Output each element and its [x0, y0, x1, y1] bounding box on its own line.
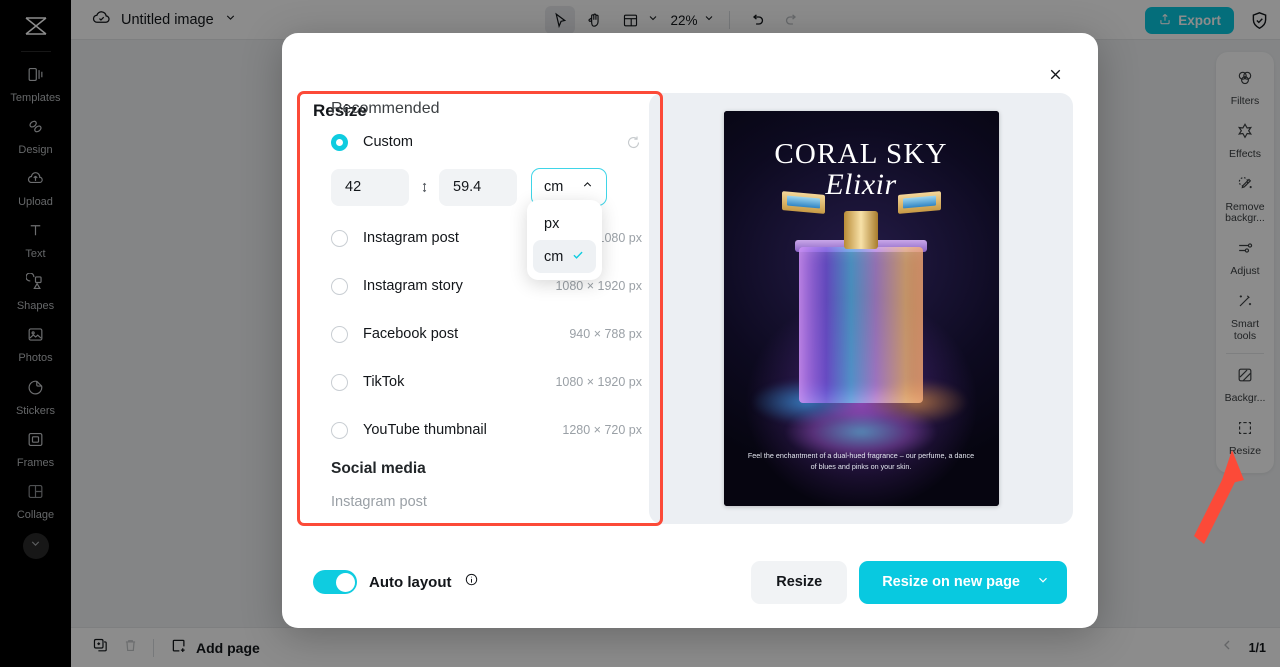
close-x-icon	[1047, 66, 1064, 88]
radio-instagram-story[interactable]	[331, 277, 348, 295]
bottle-body	[799, 247, 923, 403]
capcut-editor-window: Untitled image 22% Export Templates Desi…	[0, 0, 1280, 667]
preset-row-tiktok[interactable]: TikTok 1080 × 1920 px	[331, 358, 642, 406]
auto-layout-toggle[interactable]	[313, 570, 357, 594]
width-input[interactable]	[331, 168, 409, 206]
resize-on-new-page-label: Resize on new page	[882, 574, 1020, 590]
poster-preview: CORAL SKY Elixir Feel the enchantment of…	[723, 111, 999, 506]
poster-subtitle: Elixir	[825, 168, 897, 201]
preset-custom-row[interactable]: Custom	[331, 118, 642, 166]
preset-label: Instagram story	[363, 278, 463, 294]
height-input[interactable]	[439, 168, 517, 206]
preset-size: 1080 × 1920 px	[555, 279, 642, 293]
close-button[interactable]	[1040, 62, 1070, 92]
auto-layout-label: Auto layout	[369, 573, 452, 591]
social-preset-label: Instagram post	[331, 494, 427, 510]
radio-facebook-post[interactable]	[331, 325, 348, 343]
preset-size: 1280 × 720 px	[562, 423, 642, 437]
radio-youtube-thumbnail[interactable]	[331, 421, 348, 439]
unit-option-label: cm	[544, 248, 564, 265]
radio-custom[interactable]	[331, 133, 348, 151]
section-social-title: Social media	[331, 460, 426, 477]
footer-actions: Resize Resize on new page	[751, 560, 1067, 604]
resize-on-new-page-button[interactable]: Resize on new page	[859, 560, 1067, 604]
preset-size: 1080 × 1920 px	[555, 375, 642, 389]
radio-tiktok[interactable]	[331, 373, 348, 391]
auto-layout-toggle-group[interactable]: Auto layout	[313, 570, 479, 594]
unit-dropdown-menu: px cm	[527, 200, 602, 280]
preset-size: 940 × 788 px	[569, 327, 642, 341]
chevron-up-icon	[581, 178, 594, 196]
chevron-down-icon	[1036, 573, 1050, 591]
preset-label: TikTok	[363, 374, 405, 390]
preset-label: YouTube thumbnail	[363, 422, 487, 438]
resize-button[interactable]: Resize	[751, 560, 848, 604]
preset-row-facebook-post[interactable]: Facebook post 940 × 788 px	[331, 310, 642, 358]
presets-scroll-area: Recommended Custom cm	[300, 100, 660, 523]
preset-label: Facebook post	[363, 326, 459, 342]
info-circle-icon[interactable]	[464, 572, 479, 592]
unit-value: cm	[544, 179, 564, 195]
reset-arrow-icon[interactable]	[625, 134, 642, 151]
preset-row-youtube-thumbnail[interactable]: YouTube thumbnail 1280 × 720 px	[331, 406, 642, 454]
dialog-footer: Auto layout Resize Resize on new page	[282, 536, 1098, 628]
presets-panel: Recommended Custom cm	[300, 94, 660, 523]
link-ratio-icon[interactable]	[413, 176, 435, 198]
preset-label: Instagram post	[363, 230, 459, 246]
section-recommended-title: Recommended	[331, 100, 440, 117]
poster-tagline: Feel the enchantment of a dual-hued frag…	[747, 450, 975, 471]
resize-dialog: Resize Recommended Custom 42 59.4 cm Ins…	[282, 33, 1098, 628]
preview-panel: CORAL SKY Elixir Feel the enchantment of…	[649, 93, 1073, 524]
unit-option-cm[interactable]: cm	[533, 240, 596, 273]
bottle-neck	[844, 211, 878, 249]
poster-title: CORAL SKY	[774, 138, 948, 170]
preset-custom-label: Custom	[363, 134, 413, 150]
check-icon	[571, 248, 585, 266]
radio-instagram-post[interactable]	[331, 229, 348, 247]
social-row-instagram-post[interactable]: Instagram post	[331, 478, 642, 523]
unit-option-px[interactable]: px	[533, 207, 596, 240]
unit-option-label: px	[544, 215, 560, 232]
